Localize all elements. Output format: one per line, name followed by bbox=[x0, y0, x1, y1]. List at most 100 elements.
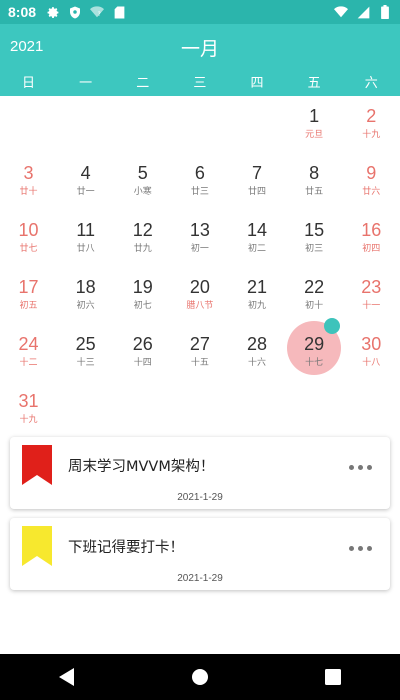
day-cell[interactable]: 11 廿八 bbox=[57, 210, 114, 267]
day-cell[interactable]: 17 初五 bbox=[0, 267, 57, 324]
lunar-date: 初四 bbox=[362, 244, 381, 254]
day-number: 2 bbox=[366, 106, 377, 126]
lunar-date: 初三 bbox=[305, 244, 324, 254]
day-cell[interactable]: 31 十九 bbox=[0, 381, 57, 438]
day-number: 6 bbox=[194, 163, 205, 183]
day-cell[interactable]: 8 廿五 bbox=[286, 153, 343, 210]
day-number: 29 bbox=[304, 334, 325, 354]
day-cell[interactable]: 21 初九 bbox=[229, 267, 286, 324]
day-number: 13 bbox=[189, 220, 210, 240]
lunar-date: 十九 bbox=[19, 415, 38, 425]
day-number: 23 bbox=[361, 277, 382, 297]
weekday-label: 三 bbox=[193, 76, 207, 91]
weekday-header: 日 一 二 三 四 五 六 bbox=[0, 72, 400, 92]
lunar-date: 廿三 bbox=[190, 187, 209, 197]
empty-day-cell bbox=[229, 381, 286, 438]
wifi-question-icon: ? bbox=[90, 5, 105, 19]
lunar-date: 廿四 bbox=[248, 187, 267, 197]
day-number: 22 bbox=[304, 277, 325, 297]
day-number: 30 bbox=[361, 334, 382, 354]
day-cell[interactable]: 26 十四 bbox=[114, 324, 171, 381]
more-options-button[interactable] bbox=[349, 546, 372, 551]
day-number: 14 bbox=[247, 220, 268, 240]
week-row: 24 十二 25 十三 26 十四 27 十五 28 十六 29 十七 30 十八 bbox=[0, 318, 400, 381]
wifi-signal-icon bbox=[334, 5, 348, 19]
settings-gear-icon bbox=[46, 5, 60, 19]
lunar-date: 廿八 bbox=[76, 244, 95, 254]
day-cell[interactable]: 6 廿三 bbox=[171, 153, 228, 210]
lunar-date: 廿六 bbox=[362, 187, 381, 197]
day-cell[interactable]: 24 十二 bbox=[0, 324, 57, 381]
day-cell[interactable]: 12 廿九 bbox=[114, 210, 171, 267]
navigation-bar bbox=[0, 654, 400, 700]
lunar-date: 腊八节 bbox=[186, 301, 214, 311]
day-cell[interactable]: 1 元旦 bbox=[286, 96, 343, 153]
lunar-date: 初一 bbox=[190, 244, 209, 254]
day-cell[interactable]: 2 十九 bbox=[343, 96, 400, 153]
empty-day-cell bbox=[114, 96, 171, 153]
day-number: 7 bbox=[252, 163, 263, 183]
day-number: 21 bbox=[247, 277, 268, 297]
lunar-date: 十三 bbox=[76, 358, 95, 368]
day-number: 17 bbox=[18, 277, 39, 297]
empty-day-cell bbox=[229, 96, 286, 153]
battery-icon bbox=[378, 5, 392, 19]
day-number: 1 bbox=[309, 106, 320, 126]
day-number: 26 bbox=[132, 334, 153, 354]
empty-day-cell bbox=[343, 381, 400, 438]
empty-day-cell bbox=[171, 381, 228, 438]
lunar-date: 初二 bbox=[248, 244, 267, 254]
task-title: 下班记得要打卡！ bbox=[68, 540, 184, 556]
task-date: 2021-1-29 bbox=[177, 573, 223, 584]
lunar-date: 十五 bbox=[190, 358, 209, 368]
task-card[interactable]: 周末学习MVVM架构！ 2021-1-29 bbox=[10, 437, 390, 509]
day-cell[interactable]: 23 十一 bbox=[343, 267, 400, 324]
day-cell[interactable]: 3 廿十 bbox=[0, 153, 57, 210]
lunar-date: 十一 bbox=[362, 301, 381, 311]
day-cell[interactable]: 28 十六 bbox=[229, 324, 286, 381]
day-cell[interactable]: 19 初七 bbox=[114, 267, 171, 324]
lunar-date: 初六 bbox=[76, 301, 95, 311]
day-cell[interactable]: 18 初六 bbox=[57, 267, 114, 324]
day-cell[interactable]: 9 廿六 bbox=[343, 153, 400, 210]
task-card[interactable]: 下班记得要打卡！ 2021-1-29 bbox=[10, 518, 390, 590]
day-cell[interactable]: 10 廿七 bbox=[0, 210, 57, 267]
day-number: 19 bbox=[132, 277, 153, 297]
day-number: 4 bbox=[80, 163, 91, 183]
back-icon[interactable] bbox=[47, 657, 87, 697]
lunar-date: 十二 bbox=[19, 358, 38, 368]
day-cell[interactable]: 25 十三 bbox=[57, 324, 114, 381]
svg-text:?: ? bbox=[98, 12, 101, 18]
weekday-label: 二 bbox=[136, 76, 150, 91]
day-cell[interactable]: 14 初二 bbox=[229, 210, 286, 267]
day-cell[interactable]: 13 初一 bbox=[171, 210, 228, 267]
empty-day-cell bbox=[114, 381, 171, 438]
day-cell[interactable]: 4 廿一 bbox=[57, 153, 114, 210]
home-icon[interactable] bbox=[180, 657, 220, 697]
calendar-header: 2021 一月 日 一 二 三 四 五 六 bbox=[0, 24, 400, 96]
more-options-button[interactable] bbox=[349, 465, 372, 470]
weekday-label: 一 bbox=[79, 76, 93, 91]
day-cell-selected[interactable]: 29 十七 bbox=[286, 318, 343, 381]
day-cell[interactable]: 16 初四 bbox=[343, 210, 400, 267]
lunar-date: 十四 bbox=[133, 358, 152, 368]
weekday-label: 四 bbox=[250, 76, 264, 91]
day-number: 28 bbox=[247, 334, 268, 354]
cell-signal-icon bbox=[356, 5, 370, 19]
day-cell[interactable]: 30 十八 bbox=[343, 324, 400, 381]
bookmark-flag-icon bbox=[22, 526, 52, 566]
recents-icon[interactable] bbox=[313, 657, 353, 697]
day-cell[interactable]: 22 初十 bbox=[286, 267, 343, 324]
day-number: 3 bbox=[23, 163, 34, 183]
day-number: 20 bbox=[189, 277, 210, 297]
lunar-date: 初十 bbox=[305, 301, 324, 311]
week-row: 3 廿十 4 廿一 5 小寒 6 廿三 7 廿四 8 廿五 9 廿六 bbox=[0, 153, 400, 210]
empty-day-cell bbox=[0, 96, 57, 153]
day-cell[interactable]: 7 廿四 bbox=[229, 153, 286, 210]
day-cell[interactable]: 15 初三 bbox=[286, 210, 343, 267]
day-cell[interactable]: 27 十五 bbox=[171, 324, 228, 381]
day-cell[interactable]: 5 小寒 bbox=[114, 153, 171, 210]
day-number: 25 bbox=[75, 334, 96, 354]
day-cell[interactable]: 20 腊八节 bbox=[171, 267, 228, 324]
lunar-date: 初七 bbox=[133, 301, 152, 311]
